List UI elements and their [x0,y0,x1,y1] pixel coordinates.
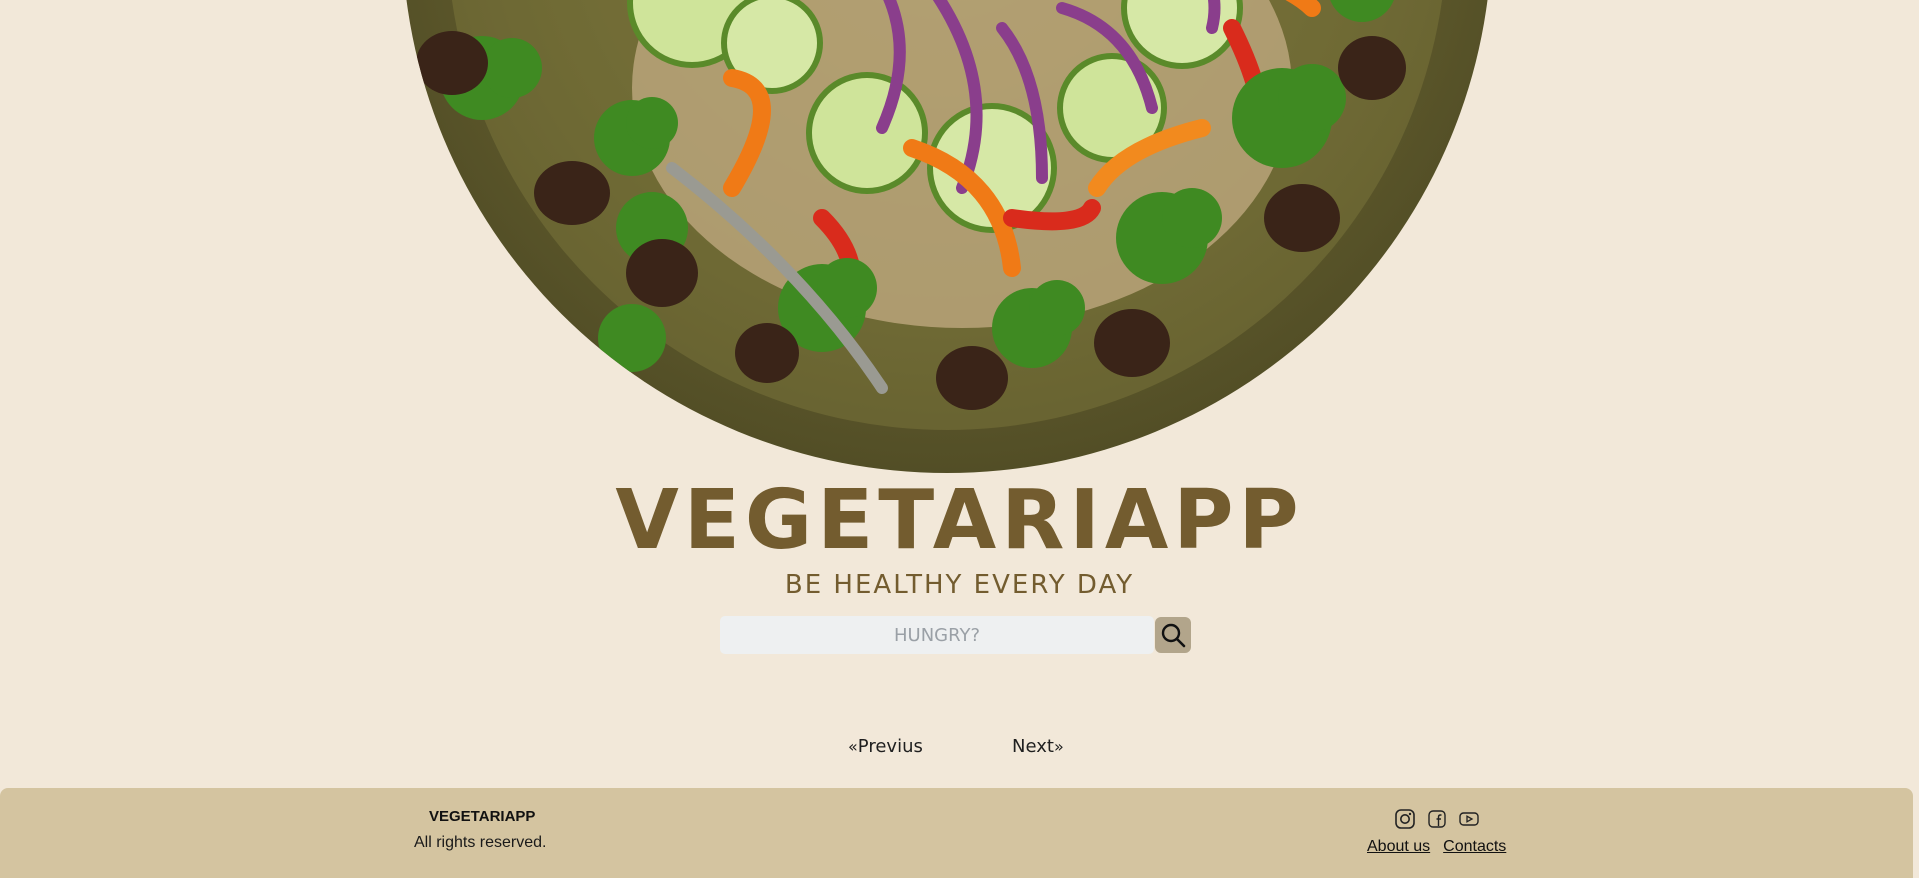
facebook-icon[interactable] [1426,808,1448,830]
app-tagline: BE HEALTHY EVERY DAY [784,570,1135,600]
social-icons [1394,808,1480,830]
next-label: Next [1012,736,1054,757]
search-bar [720,616,1191,654]
chevron-double-left-icon: « [848,737,858,756]
footer-brand: VEGETARIAPP [429,808,536,825]
previous-label: Previus [857,736,923,757]
next-page-button[interactable]: Next» [1012,736,1064,757]
youtube-icon[interactable] [1458,808,1480,830]
hero-salad-image [402,0,1492,473]
footer-rights: All rights reserved. [414,834,547,851]
about-us-link[interactable]: About us [1367,838,1430,856]
chevron-double-right-icon: » [1053,737,1064,756]
search-button[interactable] [1155,617,1191,653]
contacts-link[interactable]: Contacts [1443,838,1506,856]
footer: VEGETARIAPP All rights reserved. About u… [0,788,1913,878]
search-icon [1161,623,1186,648]
search-input[interactable] [720,616,1154,654]
footer-links: About us Contacts [1367,838,1506,856]
app-title: VEGETARIAPP [615,473,1304,568]
instagram-icon[interactable] [1394,808,1416,830]
previous-page-button[interactable]: «Previus [848,736,923,757]
